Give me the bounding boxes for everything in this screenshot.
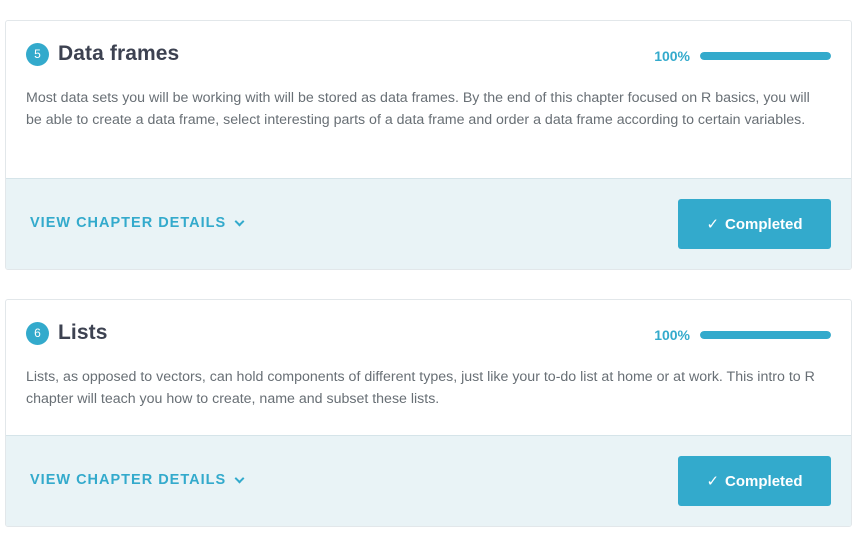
completed-button[interactable]: ✓ Completed <box>678 199 831 249</box>
chapter-number-badge: 5 <box>26 42 49 66</box>
chevron-down-icon <box>234 473 245 483</box>
chapter-progress: 100% <box>654 327 831 343</box>
completed-button-label: Completed <box>725 215 803 233</box>
progress-bar-fill <box>700 331 831 339</box>
chapter-number-badge: 6 <box>26 321 49 345</box>
check-icon: ✓ <box>706 216 720 233</box>
chapter-description: Lists, as opposed to vectors, can hold c… <box>26 369 815 407</box>
chapter-title: Data frames <box>58 42 180 65</box>
view-chapter-details-toggle[interactable]: VIEW CHAPTER DETAILS <box>30 215 245 231</box>
progress-percent: 100% <box>654 327 690 343</box>
view-chapter-details-toggle[interactable]: VIEW CHAPTER DETAILS <box>30 472 245 488</box>
view-chapter-details-label: VIEW CHAPTER DETAILS <box>30 472 227 488</box>
chapter-card: 6 Lists 100% Lists, as opposed to vector… <box>5 299 852 527</box>
chapter-title: Lists <box>58 321 108 344</box>
chapter-description: Most data sets you will be working with … <box>26 90 810 128</box>
chapter-footer: VIEW CHAPTER DETAILS ✓ Completed <box>6 178 851 269</box>
completed-button[interactable]: ✓ Completed <box>678 456 831 506</box>
chapter-card: 5 Data frames 100% Most data sets you wi… <box>5 20 852 270</box>
progress-bar-fill <box>700 52 831 60</box>
chapter-progress: 100% <box>654 48 831 64</box>
chevron-down-icon <box>234 216 245 226</box>
chapter-title-row: 5 Data frames <box>26 42 179 66</box>
chapter-footer: VIEW CHAPTER DETAILS ✓ Completed <box>6 435 851 526</box>
completed-button-label: Completed <box>725 472 803 490</box>
chapter-title-row: 6 Lists <box>26 321 108 345</box>
view-chapter-details-label: VIEW CHAPTER DETAILS <box>30 215 227 231</box>
progress-bar <box>700 52 831 60</box>
chapter-header: 5 Data frames 100% Most data sets you wi… <box>6 21 851 179</box>
check-icon: ✓ <box>706 473 720 490</box>
progress-percent: 100% <box>654 48 690 64</box>
progress-bar <box>700 331 831 339</box>
chapter-header: 6 Lists 100% Lists, as opposed to vector… <box>6 300 851 436</box>
